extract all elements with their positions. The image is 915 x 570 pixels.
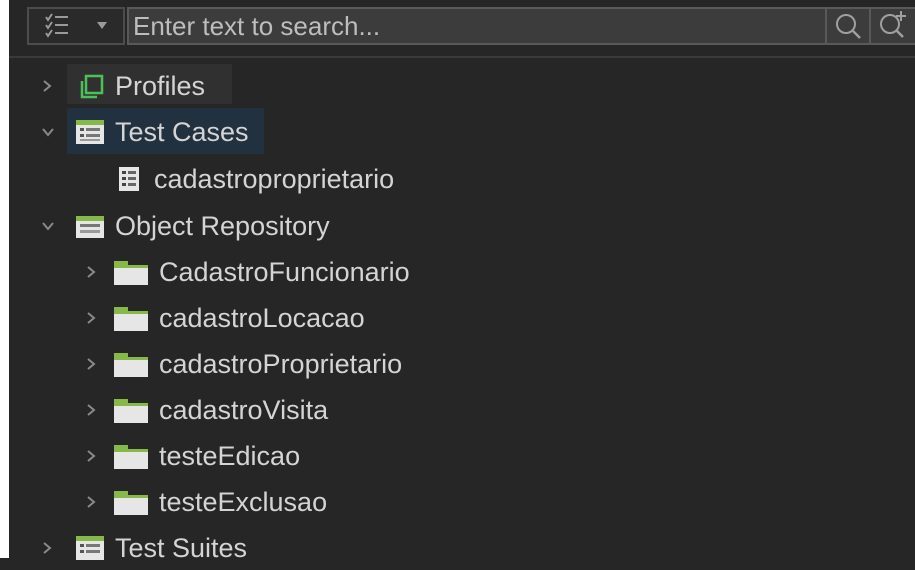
folder-icon — [113, 256, 148, 288]
dropdown-arrow-icon[interactable] — [95, 18, 109, 32]
tree-item-profiles[interactable]: Profiles — [9, 64, 915, 108]
test-cases-folder-icon — [73, 116, 107, 148]
tree-item-label: cadastroProprietario — [159, 349, 403, 379]
tree-item-test-suites[interactable]: Test Suites — [9, 526, 915, 570]
tree-item-folder[interactable]: cadastroProprietario — [9, 342, 915, 386]
tree-item-folder[interactable]: testeEdicao — [9, 434, 915, 478]
chevron-right-icon[interactable] — [81, 442, 103, 470]
folder-icon — [113, 394, 148, 426]
filter-dropdown[interactable] — [27, 7, 125, 45]
tree-item-label: Object Repository — [115, 211, 330, 241]
tree-item-label: CadastroFuncionario — [159, 257, 410, 287]
chevron-down-icon[interactable] — [37, 118, 59, 146]
tree-item-folder[interactable]: CadastroFuncionario — [9, 250, 915, 294]
explorer-tree: Profiles Test Cases cadastroproprietario… — [9, 58, 915, 563]
tree-item-label: cadastroLocacao — [159, 303, 365, 333]
chevron-right-icon[interactable] — [81, 488, 103, 516]
folder-icon — [113, 440, 148, 472]
test-case-icon — [113, 163, 147, 195]
tree-item-label: cadastroproprietario — [154, 164, 395, 194]
tree-item-label: cadastroVisita — [159, 395, 329, 425]
chevron-right-icon[interactable] — [81, 396, 103, 424]
test-suites-folder-icon — [73, 532, 107, 564]
test-explorer-panel: Profiles Test Cases — [0, 0, 915, 563]
advanced-search-button[interactable] — [869, 9, 915, 43]
chevron-right-icon[interactable] — [81, 258, 103, 286]
folder-icon — [113, 348, 148, 380]
folder-icon — [113, 302, 148, 334]
tree-item-folder[interactable]: cadastroVisita — [9, 388, 915, 432]
tree-item-object-repository[interactable]: Object Repository — [9, 204, 915, 248]
search-button[interactable] — [825, 9, 869, 43]
chevron-right-icon[interactable] — [81, 304, 103, 332]
chevron-right-icon[interactable] — [81, 350, 103, 378]
folder-icon — [113, 486, 148, 518]
tree-item-test-case[interactable]: cadastroproprietario — [9, 157, 915, 201]
search-field — [127, 7, 915, 45]
search-icon — [833, 11, 863, 46]
tree-item-folder[interactable]: cadastroLocacao — [9, 296, 915, 340]
tree-item-label: testeExclusao — [159, 487, 328, 517]
advanced-search-icon — [877, 9, 911, 46]
tree-item-test-cases[interactable]: Test Cases — [9, 110, 915, 154]
tree-item-label: testeEdicao — [159, 441, 301, 471]
chevron-down-icon[interactable] — [37, 212, 59, 240]
chevron-right-icon[interactable] — [37, 72, 59, 100]
window-edge — [0, 0, 9, 558]
tree-item-label: Test Cases — [115, 117, 249, 147]
profiles-icon — [75, 70, 109, 102]
object-repository-folder-icon — [73, 210, 107, 242]
search-input[interactable] — [133, 9, 823, 43]
tree-item-label: Test Suites — [115, 533, 248, 563]
checklist-filter-icon[interactable] — [43, 12, 71, 40]
explorer-toolbar — [9, 0, 915, 56]
tree-item-label: Profiles — [115, 71, 206, 101]
tree-item-folder[interactable]: testeExclusao — [9, 480, 915, 524]
